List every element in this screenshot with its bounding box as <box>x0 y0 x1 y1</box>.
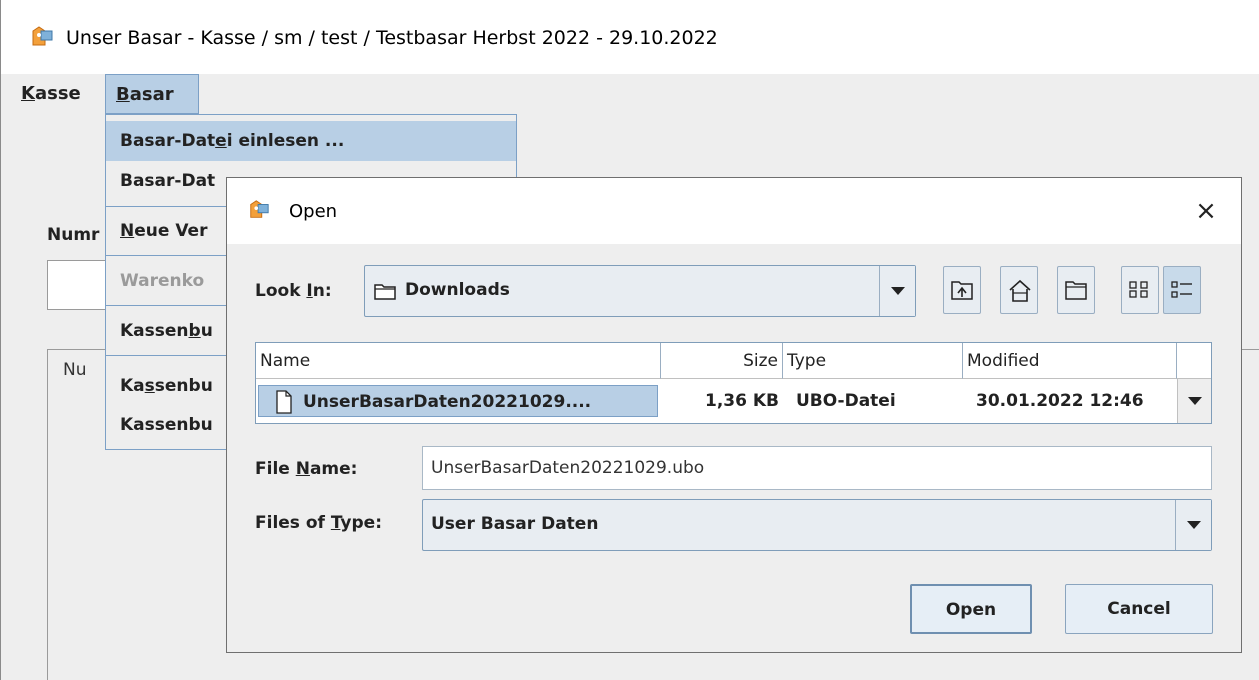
close-icon[interactable]: × <box>1189 194 1223 228</box>
list-view-icon <box>1129 281 1148 298</box>
title-bar: Unser Basar - Kasse / sm / test / Testba… <box>1 0 1259 74</box>
chevron-down-icon[interactable] <box>879 266 915 316</box>
column-header-type[interactable]: Type <box>783 343 963 379</box>
dialog-title-bar: Open × <box>227 178 1241 244</box>
dialog-title: Open <box>289 201 338 222</box>
file-modified: 30.01.2022 12:46 <box>976 391 1144 411</box>
window-title: Unser Basar - Kasse / sm / test / Testba… <box>66 27 718 49</box>
file-type: UBO-Datei <box>796 391 896 411</box>
cancel-button[interactable]: Cancel <box>1065 584 1213 634</box>
vertical-scrollbar[interactable] <box>1177 379 1211 423</box>
table-header-number: Nu <box>63 360 87 380</box>
chevron-down-icon[interactable] <box>1188 397 1202 405</box>
files-of-type-value: User Basar Daten <box>431 514 599 534</box>
chevron-down-icon[interactable] <box>1175 500 1211 550</box>
column-header-size[interactable]: Size <box>661 343 783 379</box>
open-file-dialog: Open × Look In: Downloads Name Size Type… <box>226 177 1242 653</box>
new-folder-icon <box>1065 281 1087 300</box>
look-in-value: Downloads <box>405 280 510 300</box>
file-name-label: File Name: <box>255 459 358 479</box>
menu-item-basar-datei-einlesen[interactable]: Basar-Datei einlesen ... <box>106 121 516 161</box>
table-row[interactable]: UnserBasarDaten20221029.... 1,36 KB UBO-… <box>256 379 1177 423</box>
folder-icon <box>374 284 396 300</box>
menu-kasse[interactable]: Kasse <box>11 74 91 114</box>
files-of-type-combo[interactable]: User Basar Daten <box>422 499 1212 551</box>
details-view-icon <box>1171 281 1192 298</box>
home-icon <box>1009 279 1031 302</box>
new-folder-button[interactable] <box>1057 266 1095 314</box>
main-window: Unser Basar - Kasse / sm / test / Testba… <box>0 0 1259 680</box>
open-button[interactable]: Open <box>910 584 1032 634</box>
up-one-level-icon <box>951 281 973 300</box>
file-list-table: Name Size Type Modified UnserBasarDaten2… <box>255 342 1212 424</box>
file-name-input[interactable]: UnserBasarDaten20221029.ubo <box>422 446 1212 490</box>
home-button[interactable] <box>1000 266 1038 314</box>
details-view-button[interactable] <box>1163 266 1201 314</box>
look-in-label: Look In: <box>255 281 332 301</box>
file-size: 1,36 KB <box>705 391 779 411</box>
list-view-button[interactable] <box>1121 266 1159 314</box>
number-label: Numr <box>47 225 100 245</box>
look-in-combo[interactable]: Downloads <box>364 265 916 317</box>
file-name: UnserBasarDaten20221029.... <box>303 392 592 412</box>
up-one-level-button[interactable] <box>943 266 981 314</box>
basar-app-icon <box>32 26 53 46</box>
menu-bar: Kasse Basar <box>1 74 1259 114</box>
column-header-name[interactable]: Name <box>256 343 661 379</box>
column-header-modified[interactable]: Modified <box>963 343 1177 379</box>
basar-app-icon <box>250 200 269 218</box>
table-corner <box>1177 343 1211 379</box>
file-icon <box>276 390 292 414</box>
menu-basar[interactable]: Basar <box>105 74 199 114</box>
file-name-cell[interactable]: UnserBasarDaten20221029.... <box>258 385 658 417</box>
files-of-type-label: Files of Type: <box>255 513 383 533</box>
